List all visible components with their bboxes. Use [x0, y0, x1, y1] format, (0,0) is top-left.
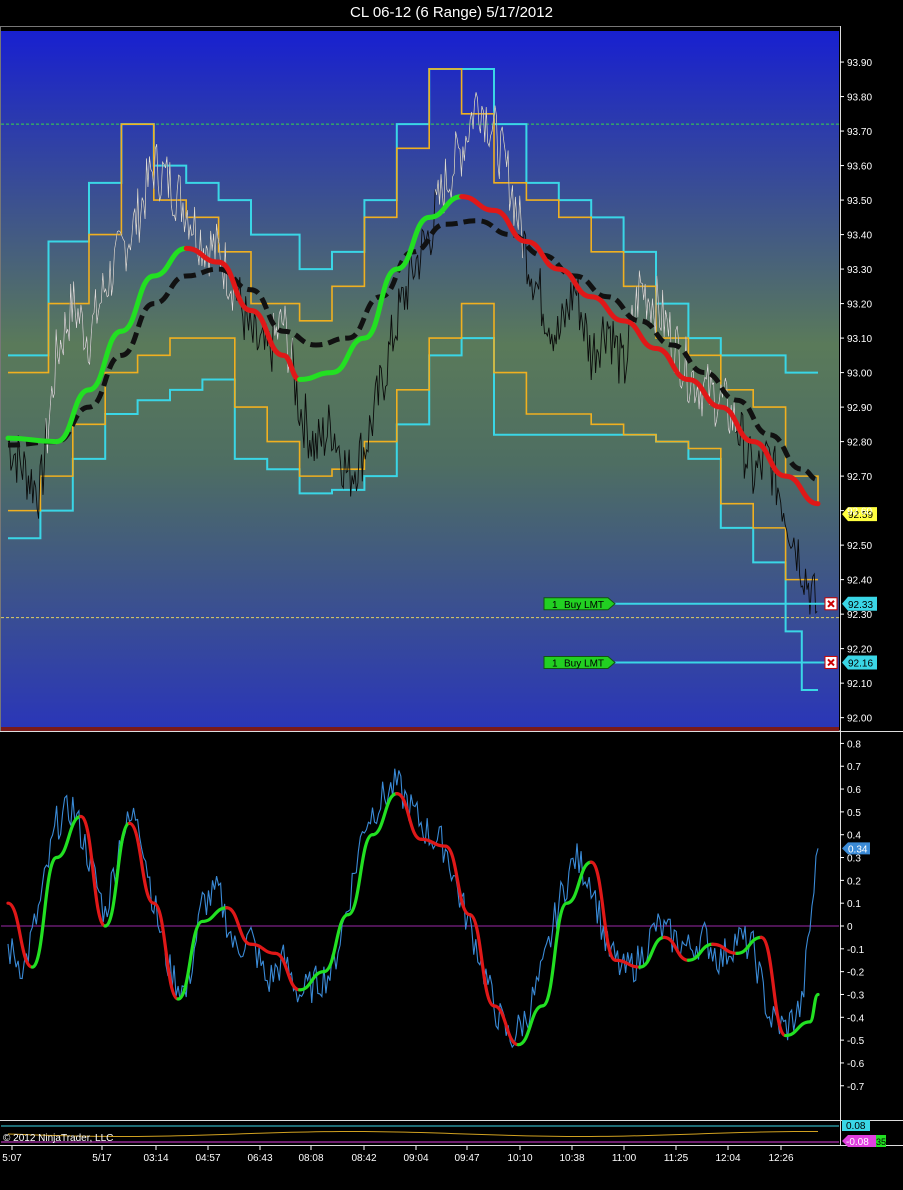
lower-plot: 0.08 -0.08 35	[1, 1120, 886, 1148]
osc-tick-label: 0.5	[847, 808, 861, 819]
time-tick-label: 10:38	[559, 1153, 584, 1164]
oscillator-signal-segment	[492, 1004, 520, 1047]
price-tick-label: 93.70	[847, 127, 872, 138]
price-tick-label: 92.50	[847, 541, 872, 552]
time-tick-label: 08:08	[298, 1153, 323, 1164]
price-tick-label: 93.30	[847, 265, 872, 276]
time-tick-label: 06:43	[247, 1153, 272, 1164]
oscillator-signal-segment	[298, 970, 326, 992]
osc-tick-label: -0.1	[847, 945, 865, 956]
oscillator-signal-segment	[759, 935, 788, 1038]
time-tick-label: 09:04	[403, 1153, 428, 1164]
osc-tick-label: 0.1	[847, 899, 861, 910]
lower-series	[7, 1130, 819, 1138]
oscillator-signal-segment	[395, 792, 423, 841]
price-tick-label: 92.20	[847, 645, 872, 656]
oscillator-signal-segment	[541, 901, 569, 1008]
osc-tick-label: -0.7	[847, 1082, 865, 1093]
osc-tick-label: 0.4	[847, 831, 861, 842]
price-tick-label: 93.10	[847, 334, 872, 345]
oscillator-signal-segment	[30, 855, 59, 969]
osc-tick-label: 0.7	[847, 762, 861, 773]
price-tick-label: 92.40	[847, 576, 872, 587]
osc-tick-label: -0.6	[847, 1059, 865, 1070]
price-tick-label: 93.50	[847, 196, 872, 207]
osc-tick-label: -0.5	[847, 1036, 865, 1047]
price-tick-label: 92.10	[847, 679, 872, 690]
oscillator-plot: 0.34	[1, 768, 870, 1049]
oscillator-signal-segment	[808, 992, 820, 1024]
time-tick-label: 12:04	[715, 1153, 740, 1164]
price-tick-label: 93.90	[847, 58, 872, 69]
oscillator-signal-segment	[249, 942, 277, 955]
oscillator-signal-segment	[443, 844, 472, 917]
osc-tick-label: -0.3	[847, 990, 865, 1001]
time-tick-label: 12:26	[768, 1153, 793, 1164]
osc-tick-label: 0.6	[847, 785, 861, 796]
order-label-1: Buy LMT	[564, 658, 604, 669]
price-tick-label: 93.20	[847, 300, 872, 311]
order-qty-1: 1	[552, 658, 558, 669]
time-tick-label: 09:47	[454, 1153, 479, 1164]
oscillator-signal-segment	[55, 814, 83, 860]
price-tick-label: 92.30	[847, 610, 872, 621]
oscillator-signal-segment	[79, 814, 107, 928]
oscillator-signal-segment	[662, 935, 690, 962]
order-price-label-1: 92.16	[848, 658, 873, 669]
oscillator-signal-segment	[322, 912, 350, 974]
price-tick-label: 93.80	[847, 93, 872, 104]
time-tick-label: 03:14	[143, 1153, 168, 1164]
lower-label-lower: -0.08	[846, 1137, 869, 1148]
price-tick-label: 92.70	[847, 472, 872, 483]
lower-label-extra: 35	[876, 1137, 886, 1147]
time-tick-label: 11:25	[664, 1153, 689, 1164]
price-tick-label: 93.40	[847, 231, 872, 242]
oscillator-fast	[7, 768, 819, 1049]
price-tick-label: 93.60	[847, 162, 872, 173]
order-qty-0: 1	[552, 600, 558, 611]
osc-tick-label: 0.8	[847, 739, 861, 750]
time-tick-label: 08:42	[351, 1153, 376, 1164]
price-tick-label: 92.60	[847, 507, 872, 518]
time-tick-label: 10:10	[507, 1153, 532, 1164]
osc-tick-label: -0.2	[847, 968, 865, 979]
price-tick-label: 93.00	[847, 369, 872, 380]
lower-label-upper: 0.08	[846, 1121, 866, 1132]
time-tick-label: 11:00	[612, 1153, 637, 1164]
chart-canvas[interactable]: 1 Buy LMT 92.331 Buy LMT 92.1692.59 0.34 0.0…	[0, 0, 903, 1190]
time-tick-label: 5/17	[92, 1153, 112, 1164]
copyright-label: © 2012 NinjaTrader, LLC	[3, 1133, 113, 1144]
price-tick-label: 92.00	[847, 714, 872, 725]
oscillator-signal-segment	[735, 935, 763, 955]
oscillator-signal-segment	[468, 912, 496, 1008]
time-tick-label: 5:07	[2, 1153, 22, 1164]
osc-tick-label: 0	[847, 922, 853, 933]
bar-color-strip	[1, 727, 839, 731]
osc-tick-label: -0.4	[847, 1013, 865, 1024]
order-label-0: Buy LMT	[564, 600, 604, 611]
time-tick-label: 04:57	[195, 1153, 220, 1164]
osc-tick-label: 0.2	[847, 876, 861, 887]
order-price-label-0: 92.33	[848, 600, 873, 611]
price-tick-label: 92.90	[847, 403, 872, 414]
osc-tick-label: 0.3	[847, 854, 861, 865]
price-tick-label: 92.80	[847, 438, 872, 449]
